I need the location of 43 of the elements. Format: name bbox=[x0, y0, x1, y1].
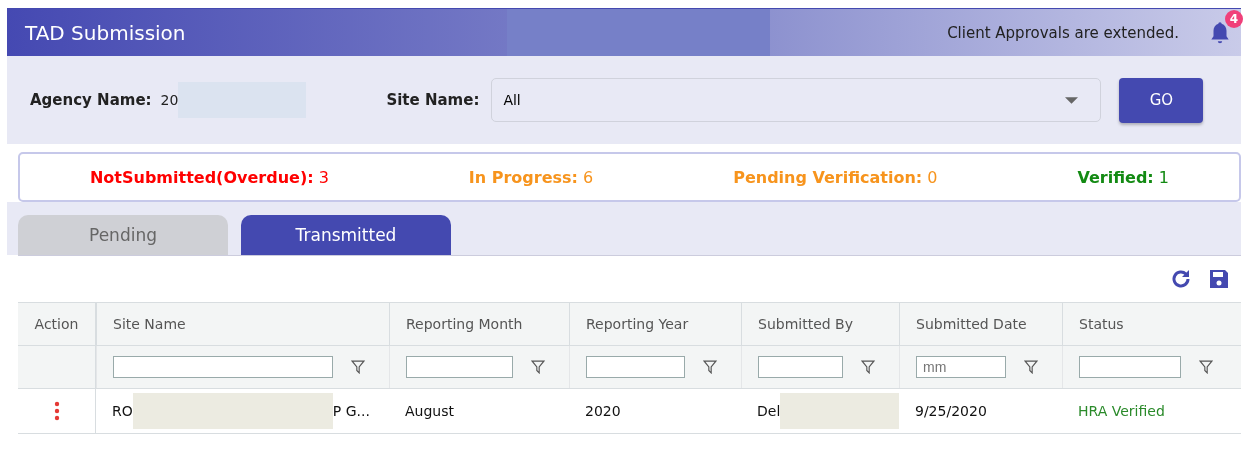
table-cell: 9/25/2020 bbox=[915, 403, 987, 419]
column-header[interactable]: Site Name bbox=[113, 316, 186, 332]
tab[interactable]: Pending bbox=[18, 215, 228, 255]
page-title: TAD Submission bbox=[24, 20, 187, 45]
status-count: Verified: 1 bbox=[1077, 167, 1169, 187]
status-count: NotSubmitted(Overdue): 3 bbox=[89, 167, 329, 187]
filter-field[interactable] bbox=[113, 356, 333, 378]
status-text: HRA Verified bbox=[1078, 403, 1165, 419]
filter-icon[interactable] bbox=[1024, 360, 1038, 374]
filter-icon[interactable] bbox=[531, 360, 545, 374]
filter-field[interactable] bbox=[406, 356, 513, 378]
notice-text: Client Approvals are extended. bbox=[947, 23, 1179, 42]
caret-icon bbox=[1065, 96, 1079, 104]
filter-icon[interactable] bbox=[1199, 360, 1213, 374]
filter-icon[interactable] bbox=[351, 360, 365, 374]
go-button[interactable]: GO bbox=[1119, 77, 1204, 123]
save-icon[interactable] bbox=[1207, 267, 1231, 291]
table-cell: Del bbox=[757, 403, 781, 419]
filter-icon[interactable] bbox=[703, 360, 717, 374]
filter-field[interactable]: mm bbox=[916, 356, 1006, 378]
status-count: In Progress: 6 bbox=[468, 167, 594, 187]
column-header[interactable]: Submitted By bbox=[758, 316, 853, 332]
table-cell: P G... bbox=[332, 403, 370, 419]
site-dropdown[interactable]: All bbox=[491, 78, 1102, 122]
site-label: Site Name: bbox=[386, 91, 480, 109]
status-count: Pending Verification: 0 bbox=[733, 167, 938, 187]
filter-field[interactable] bbox=[586, 356, 685, 378]
more-icon[interactable] bbox=[53, 401, 60, 421]
table-cell: RO bbox=[112, 403, 133, 419]
column-header[interactable]: Reporting Month bbox=[406, 316, 523, 332]
column-header[interactable]: Status bbox=[1079, 316, 1124, 332]
filter-icon[interactable] bbox=[861, 360, 875, 374]
table-cell: August bbox=[405, 403, 454, 419]
notification-badge: 4 bbox=[1225, 9, 1243, 28]
filter-field[interactable] bbox=[758, 356, 843, 378]
tab[interactable]: Transmitted bbox=[241, 215, 451, 255]
column-header[interactable]: Reporting Year bbox=[586, 316, 689, 332]
agency-value: 20 bbox=[160, 92, 179, 108]
filter-field[interactable] bbox=[1079, 356, 1181, 378]
table-cell: 2020 bbox=[585, 403, 621, 419]
column-header[interactable]: Submitted Date bbox=[916, 316, 1027, 332]
agency-label: Agency Name: bbox=[30, 91, 152, 109]
column-header[interactable]: Action bbox=[34, 316, 79, 332]
